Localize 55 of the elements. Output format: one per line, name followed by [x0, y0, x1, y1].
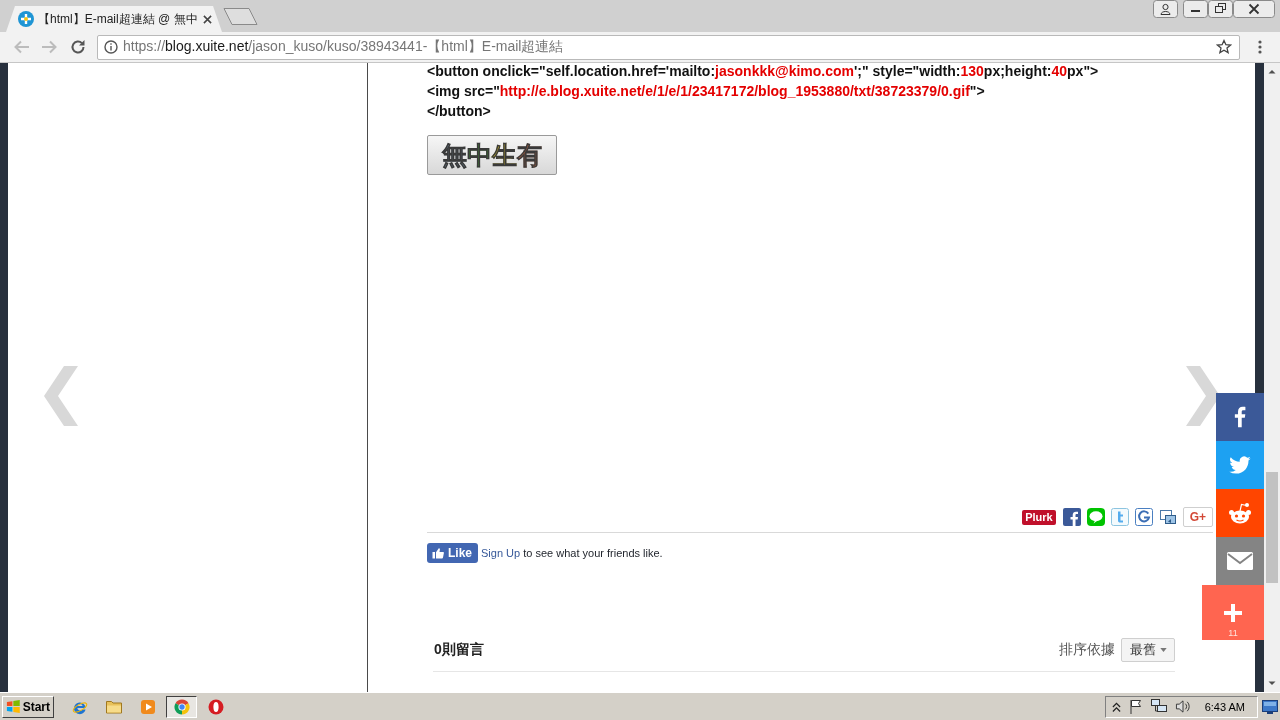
browser-tab[interactable]: 【html】E-mail超連結 @ 無中 [6, 6, 222, 32]
facebook-f-icon [1234, 406, 1246, 428]
network-icon[interactable] [1150, 699, 1167, 714]
facebook-icon[interactable] [1062, 508, 1081, 526]
screens-icon[interactable] [1158, 508, 1177, 526]
reddit-share-button[interactable] [1216, 489, 1264, 537]
address-bar[interactable]: https://blog.xuite.net/jason_kuso/kuso/38943441-【html】E-mail超連結 [97, 34, 1240, 60]
sign-up-link[interactable]: Sign Up [481, 547, 521, 559]
close-icon[interactable] [203, 14, 212, 24]
demo-button[interactable]: 無中生有 [427, 135, 557, 175]
play-icon [139, 698, 156, 715]
new-tab-button[interactable] [223, 8, 258, 25]
plurk-button[interactable]: Plurk [1022, 509, 1056, 525]
comment-count: 0則留言 [434, 641, 484, 659]
letter-g-icon[interactable] [1134, 508, 1153, 526]
minimize-button[interactable] [1183, 0, 1208, 18]
bookmark-star-icon[interactable] [1216, 39, 1232, 55]
speaker-icon[interactable] [1174, 699, 1191, 714]
thumbs-up-icon [432, 547, 444, 559]
code-line: </button> [427, 102, 492, 121]
share-count: 11 [1228, 628, 1238, 638]
plus-icon [1224, 604, 1242, 622]
flag-icon[interactable] [1128, 699, 1143, 714]
show-desktop-icon[interactable] [1262, 699, 1278, 714]
windows-flag-icon [6, 699, 21, 714]
like-prompt-text: Sign Up to see what your friends like. [481, 547, 663, 559]
bird-icon [1229, 456, 1251, 474]
close-button[interactable] [1233, 0, 1275, 18]
twitter-share-button[interactable] [1216, 441, 1264, 489]
like-button[interactable]: Like [427, 543, 478, 563]
facebook-share-button[interactable] [1216, 393, 1264, 441]
profile-button[interactable] [1153, 0, 1178, 18]
clock-text[interactable]: 6:43 AM [1204, 700, 1245, 713]
sort-label: 排序依據 [1059, 641, 1115, 659]
folder-icon [105, 699, 122, 714]
chevron-right-icon[interactable] [1186, 366, 1220, 426]
start-button[interactable]: Start [2, 695, 54, 718]
code-line: <button onclick="self.location.href='mailto:jasonkkk@kimo.com';" style="width:130px;height:40px"> [427, 63, 1100, 81]
email-share-button[interactable] [1216, 537, 1264, 585]
code-line: <img src="http://e.blog.xuite.net/e/1/e/1/23417172/blog_1953880/txt/38723379/0.gif"> [427, 82, 986, 101]
reload-icon[interactable] [69, 38, 87, 56]
info-icon[interactable] [104, 40, 118, 54]
google-plus-button[interactable]: G+ [1182, 507, 1213, 527]
menu-icon[interactable] [1258, 39, 1262, 55]
restore-button[interactable] [1208, 0, 1233, 18]
mail-icon [1227, 552, 1253, 570]
scrollbar-thumb[interactable] [1266, 472, 1278, 583]
ring-icon [207, 698, 224, 715]
site-logo-icon [18, 11, 34, 27]
browser-logo-icon [173, 698, 190, 715]
sort-dropdown[interactable]: 最舊 [1121, 638, 1175, 662]
alien-head-icon [1227, 502, 1253, 524]
taskbar-button[interactable] [166, 695, 197, 718]
double-chevron-up-icon[interactable] [1111, 700, 1121, 713]
caret-icon [1160, 648, 1167, 652]
